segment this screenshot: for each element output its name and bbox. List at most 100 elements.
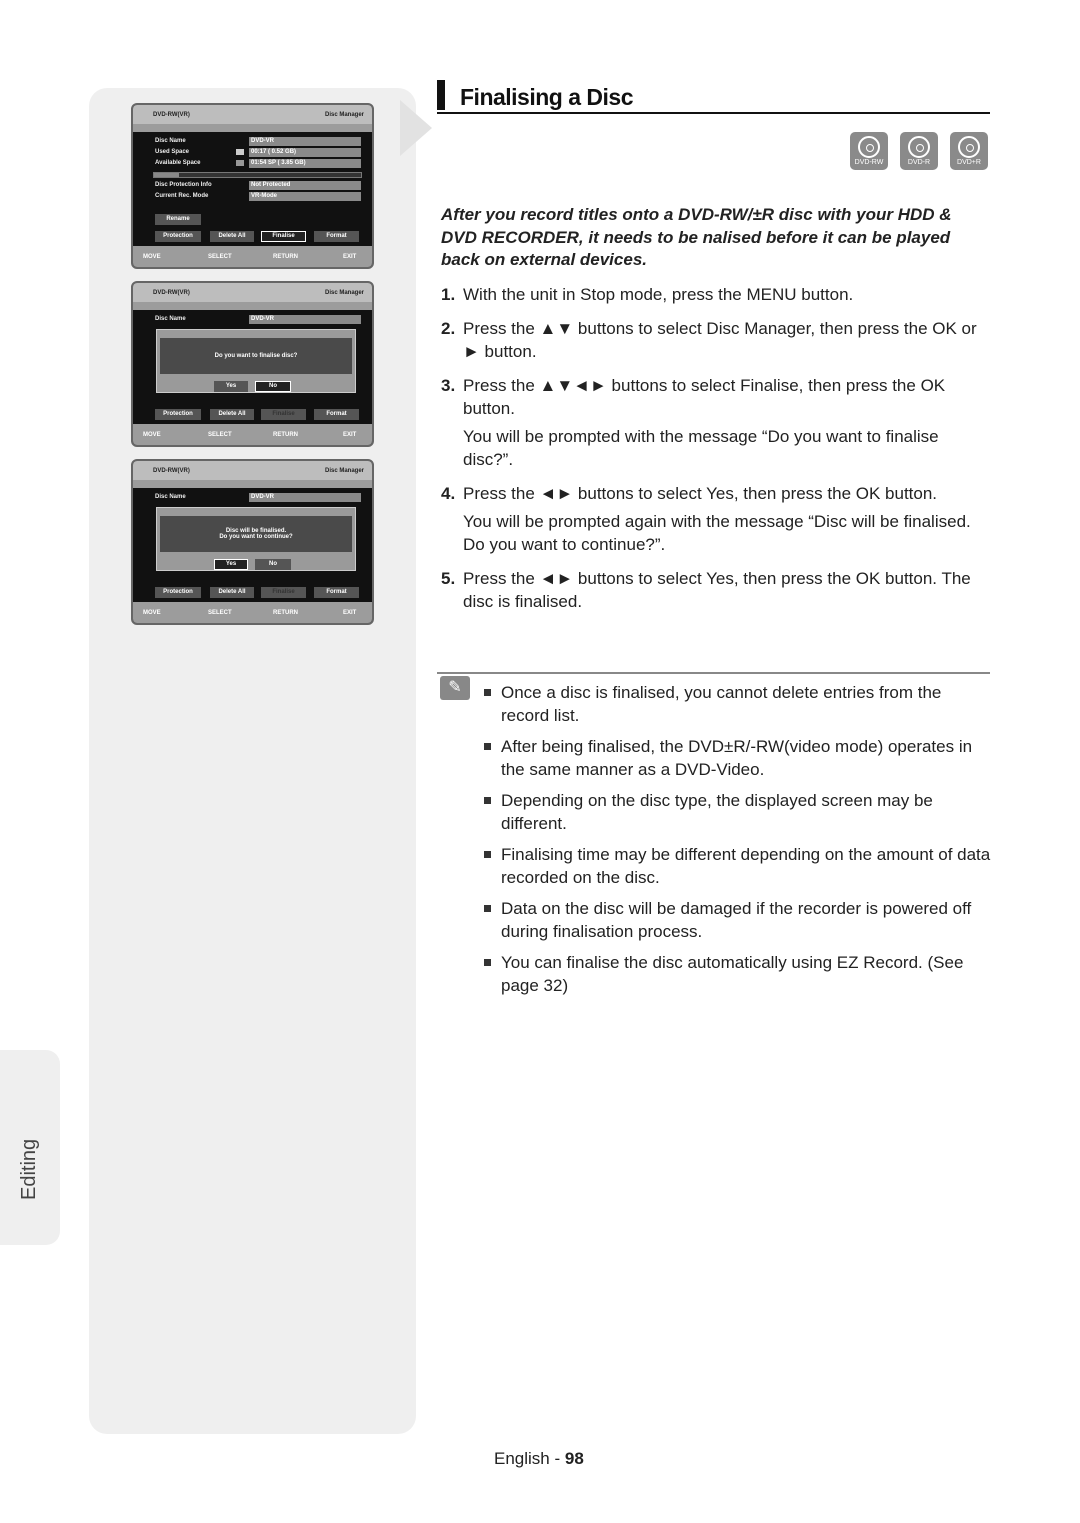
move-hint: MOVE xyxy=(143,254,161,260)
value: DVD-VR xyxy=(249,315,361,324)
yes-button[interactable]: Yes xyxy=(214,381,248,392)
note-item: Finalising time may be different dependi… xyxy=(484,843,994,889)
delete-all-button[interactable]: Delete All xyxy=(210,231,254,242)
note-item: After being finalised, the DVD±R/-RW(vid… xyxy=(484,735,994,781)
dvd-plus-r-icon: DVD+R xyxy=(950,132,988,170)
step-1: 1. With the unit in Stop mode, press the … xyxy=(441,283,991,306)
disc-type-label: DVD+R xyxy=(957,159,981,166)
protection-button[interactable]: Protection xyxy=(155,409,201,420)
page-title: Finalising a Disc xyxy=(460,84,634,110)
note-text: After being finalised, the DVD±R/-RW(vid… xyxy=(501,737,973,779)
protection-button[interactable]: Protection xyxy=(155,231,201,242)
title-marker xyxy=(437,80,445,110)
return-hint: RETURN xyxy=(273,432,298,438)
move-hint: MOVE xyxy=(143,432,161,438)
arrow-icon xyxy=(400,100,432,156)
step-5: 5. Press the ◄► buttons to select Yes, th… xyxy=(441,567,991,613)
screen-header-right: Disc Manager xyxy=(324,112,364,118)
step-note: You will be prompted again with the mess… xyxy=(463,512,971,554)
pencil-note-icon: ✎ xyxy=(440,676,470,700)
page-footer: English - 98 xyxy=(494,1449,584,1469)
note-text: You can finalise the disc automatically … xyxy=(501,953,964,995)
step-number: 4. xyxy=(441,484,456,503)
step-number: 1. xyxy=(441,285,456,304)
finalise-button[interactable]: Finalise xyxy=(261,231,306,242)
value: DVD-VR xyxy=(249,137,361,146)
screen-header-left: DVD-RW(VR) xyxy=(153,112,190,118)
format-button[interactable]: Format xyxy=(314,409,359,420)
label: Disc Name xyxy=(155,138,186,144)
format-button[interactable]: Format xyxy=(314,231,359,242)
select-hint: SELECT xyxy=(208,432,232,438)
exit-hint: EXIT xyxy=(343,432,357,438)
step-2: 2. Press the ▲▼ buttons to select Disc Ma… xyxy=(441,317,991,363)
step-4: 4. Press the ◄► buttons to select Yes, th… xyxy=(441,482,991,505)
note-item: Data on the disc will be damaged if the … xyxy=(484,897,994,943)
confirm-dialog: Do you want to finalise disc? Yes No xyxy=(156,329,356,393)
note-text: Depending on the disc type, the displaye… xyxy=(501,791,933,833)
value: 00:17 ( 0.52 GB) xyxy=(249,148,361,157)
protection-button[interactable]: Protection xyxy=(155,587,201,598)
disc-manager-screen: DVD-RW(VR) Disc Manager Disc Name DVD-VR U… xyxy=(131,103,374,269)
finalise-confirm-screen: DVD-RW(VR) Disc Manager Disc Name DVD-VR D… xyxy=(131,281,374,447)
step-3: 3. Press the ▲▼◄► buttons to select Final… xyxy=(441,374,991,420)
page-number: 98 xyxy=(564,1449,584,1468)
disc-type-label: DVD-R xyxy=(907,159,931,166)
step-note: You will be prompted with the message “D… xyxy=(463,427,939,469)
select-hint: SELECT xyxy=(208,254,232,260)
value: Not Protected xyxy=(249,181,361,190)
yes-button[interactable]: Yes xyxy=(214,559,248,570)
screen-header-left: DVD-RW(VR) xyxy=(153,468,190,474)
finalise-button[interactable]: Finalise xyxy=(261,409,306,420)
intro-text: After you record titles onto a DVD-RW/±R… xyxy=(441,205,952,269)
step-text: Press the ◄► buttons to select Yes, then… xyxy=(463,484,938,503)
value: 01:54 SP ( 3.85 GB) xyxy=(249,159,361,168)
step-text: With the unit in Stop mode, press the ME… xyxy=(463,285,854,304)
label: Used Space xyxy=(155,149,190,155)
section-tab: Editing xyxy=(0,1050,60,1245)
dialog-message: Do you want to continue? xyxy=(219,534,293,540)
label: Disc Name xyxy=(155,316,186,322)
confirm-dialog: Disc will be finalised. Do you want to co… xyxy=(156,507,356,571)
label: Current Rec. Mode xyxy=(155,193,209,199)
dvd-r-icon: DVD-R xyxy=(900,132,938,170)
no-button[interactable]: No xyxy=(255,559,291,570)
move-hint: MOVE xyxy=(143,610,161,616)
value: DVD-VR xyxy=(249,493,361,502)
note-item: You can finalise the disc automatically … xyxy=(484,951,994,997)
footer-language: English - xyxy=(494,1449,565,1468)
screen-header-right: Disc Manager xyxy=(324,290,364,296)
step-text: Press the ▲▼ buttons to select Disc Mana… xyxy=(463,319,977,361)
label: Disc Name xyxy=(155,494,186,500)
select-hint: SELECT xyxy=(208,610,232,616)
step-number: 2. xyxy=(441,319,456,338)
rename-button[interactable]: Rename xyxy=(155,214,201,225)
exit-hint: EXIT xyxy=(343,254,357,260)
delete-all-button[interactable]: Delete All xyxy=(210,587,254,598)
section-tab-label: Editing xyxy=(18,1138,40,1200)
return-hint: RETURN xyxy=(273,610,298,616)
label: Available Space xyxy=(155,160,201,166)
finalise-button[interactable]: Finalise xyxy=(261,587,306,598)
no-button[interactable]: No xyxy=(255,381,291,392)
note-text: Data on the disc will be damaged if the … xyxy=(501,899,972,941)
exit-hint: EXIT xyxy=(343,610,357,616)
disc-type-label: DVD-RW xyxy=(854,159,884,166)
dvd-rw-icon: DVD-RW xyxy=(850,132,888,170)
step-text: Press the ◄► buttons to select Yes, then… xyxy=(463,569,971,611)
dialog-message: Do you want to finalise disc? xyxy=(214,353,298,359)
usage-bar xyxy=(153,172,362,178)
note-item: Depending on the disc type, the displaye… xyxy=(484,789,994,835)
step-number: 5. xyxy=(441,569,456,588)
note-text: Once a disc is finalised, you cannot del… xyxy=(501,683,942,725)
note-item: Once a disc is finalised, you cannot del… xyxy=(484,681,994,727)
note-rule xyxy=(437,672,990,674)
usage-fill xyxy=(154,173,179,177)
format-button[interactable]: Format xyxy=(314,587,359,598)
finalise-continue-screen: DVD-RW(VR) Disc Manager Disc Name DVD-VR D… xyxy=(131,459,374,625)
label: Disc Protection Info xyxy=(155,182,212,188)
delete-all-button[interactable]: Delete All xyxy=(210,409,254,420)
value: VR-Mode xyxy=(249,192,361,201)
step-text: Press the ▲▼◄► buttons to select Finalis… xyxy=(463,376,946,418)
screen-header-left: DVD-RW(VR) xyxy=(153,290,190,296)
